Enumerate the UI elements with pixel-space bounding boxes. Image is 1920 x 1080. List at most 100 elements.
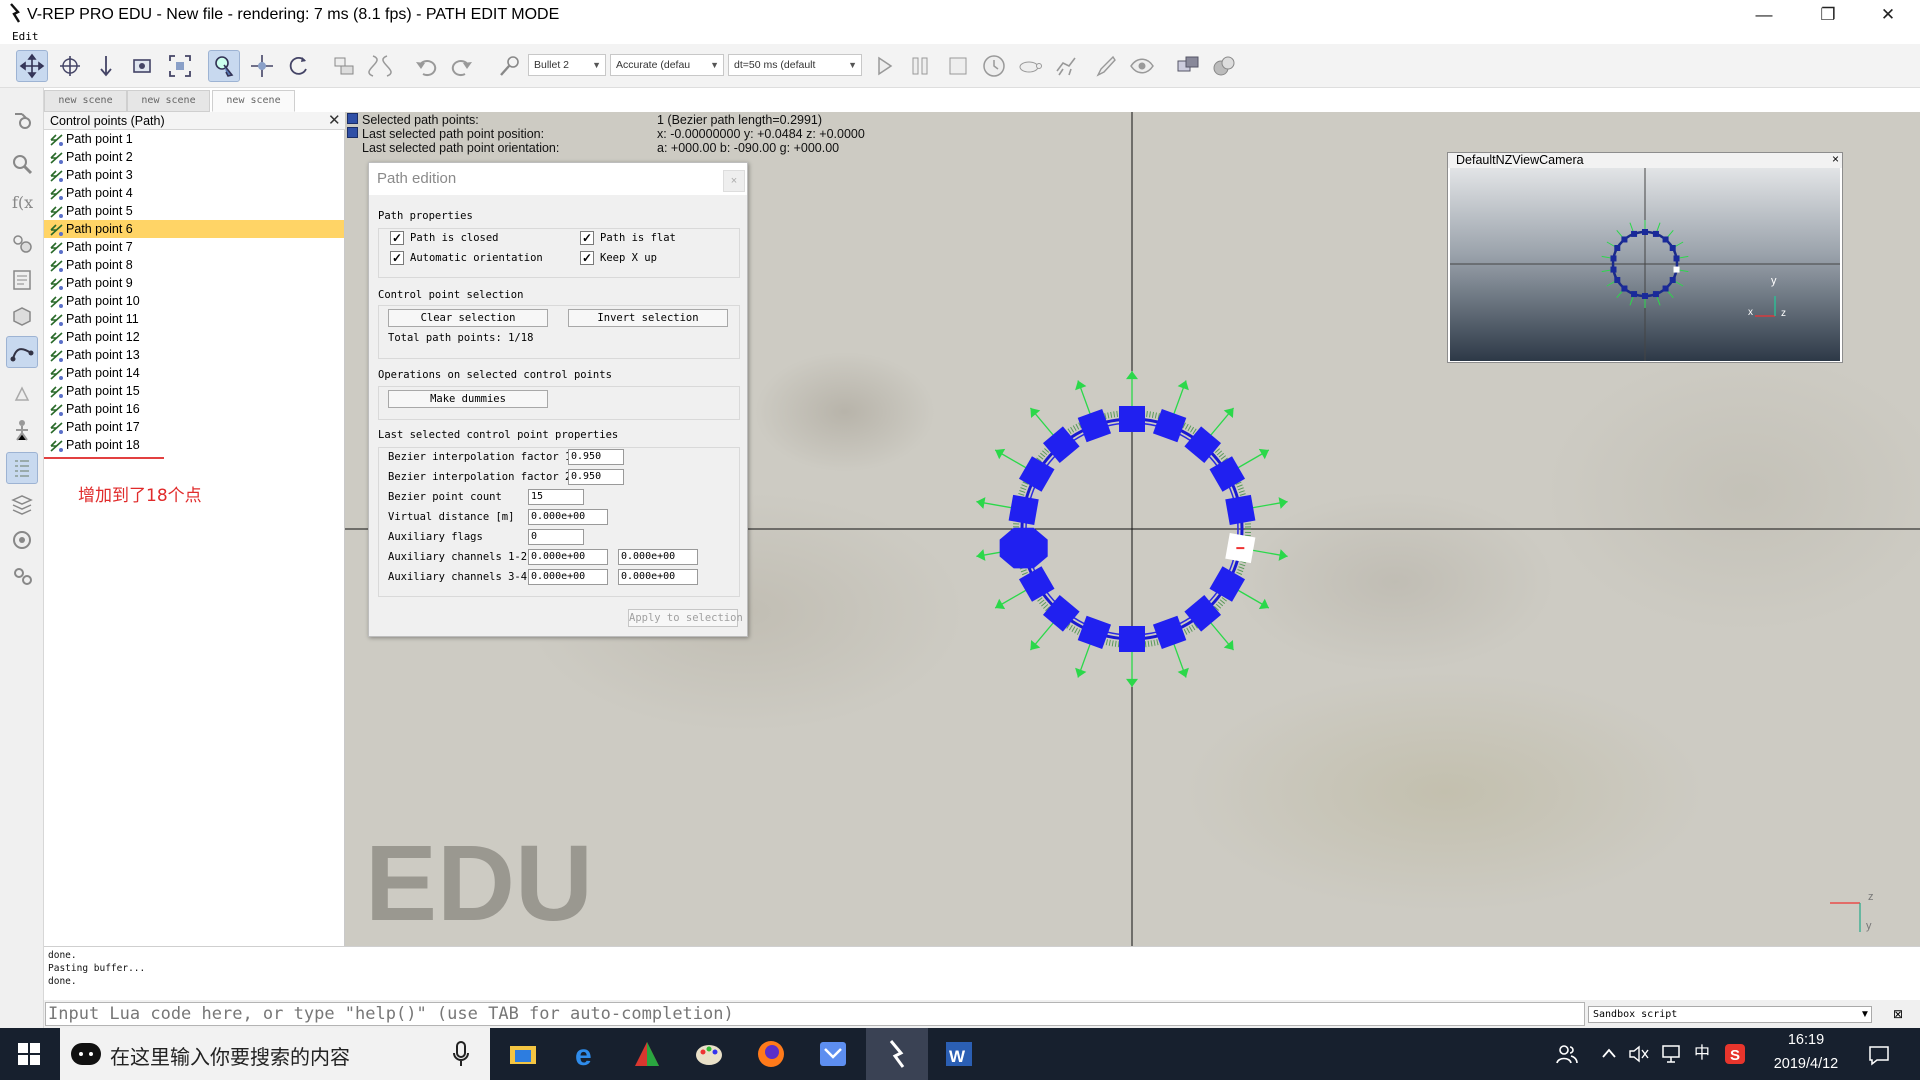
scene-settings-icon[interactable] — [6, 104, 38, 136]
path-point-item[interactable]: Path point 2 — [44, 148, 344, 166]
realtime-icon[interactable] — [978, 50, 1010, 82]
redo-icon[interactable] — [446, 50, 478, 82]
aux-channel-4-field[interactable]: 0.000e+00 — [618, 569, 698, 585]
scene-tab-3[interactable]: new scene — [212, 90, 295, 112]
visualization-icon[interactable] — [1126, 50, 1158, 82]
firefox-icon[interactable] — [740, 1028, 802, 1080]
dialog-close-button[interactable]: × — [723, 170, 745, 192]
fit-to-view-icon[interactable] — [164, 50, 196, 82]
path-point-item[interactable]: Path point 12 — [44, 328, 344, 346]
make-dummies-button[interactable]: Make dummies — [388, 390, 548, 408]
accuracy-select[interactable]: Accurate (defau ▼ — [610, 54, 724, 76]
volume-muted-icon[interactable] — [1628, 1044, 1650, 1069]
object-shift-icon[interactable] — [246, 50, 278, 82]
path-closed-checkbox[interactable]: ✓ — [390, 231, 404, 245]
camera-render[interactable]: x y z — [1450, 168, 1840, 361]
menu-edit[interactable]: Edit — [12, 30, 39, 44]
bezier-factor-2-field[interactable]: 0.950 — [568, 469, 624, 485]
pause-icon[interactable] — [904, 50, 936, 82]
close-button[interactable]: ✕ — [1860, 0, 1916, 30]
network-icon[interactable] — [1660, 1043, 1682, 1070]
camera-rotate-icon[interactable] — [54, 50, 86, 82]
scene-hierarchy-icon[interactable] — [6, 414, 38, 446]
pick-icon[interactable] — [494, 50, 526, 82]
action-center-icon[interactable] — [1868, 1044, 1890, 1071]
bezier-factor-1-field[interactable]: 0.950 — [568, 449, 624, 465]
path-point-item[interactable]: Path point 15 — [44, 382, 344, 400]
scene-icon[interactable] — [1208, 50, 1240, 82]
paint-icon[interactable] — [678, 1028, 740, 1080]
auxiliary-flags-field[interactable]: 0 — [528, 529, 584, 545]
path-point-item[interactable]: Path point 16 — [44, 400, 344, 418]
camera-angle-icon[interactable] — [126, 50, 158, 82]
microphone-icon[interactable] — [452, 1040, 470, 1073]
model-browser-icon[interactable] — [6, 378, 38, 410]
path-point-item[interactable]: Path point 8 — [44, 256, 344, 274]
transfer-dna-icon[interactable] — [364, 50, 396, 82]
message-icon[interactable] — [802, 1028, 864, 1080]
assemble-icon[interactable] — [328, 50, 360, 82]
script-select[interactable]: Sandbox script — [1588, 1006, 1872, 1023]
timestep-select[interactable]: dt=50 ms (default ▼ — [728, 54, 862, 76]
path-point-item[interactable]: Path point 13 — [44, 346, 344, 364]
path-point-item[interactable]: Path point 4 — [44, 184, 344, 202]
path-point-item[interactable]: Path point 6 — [44, 220, 344, 238]
path-point-item[interactable]: Path point 14 — [44, 364, 344, 382]
chevron-up-icon[interactable] — [1601, 1046, 1617, 1065]
edge-icon[interactable]: e — [556, 1028, 618, 1080]
file-explorer-icon[interactable] — [492, 1028, 554, 1080]
minimize-button[interactable]: — — [1736, 0, 1792, 30]
aux-channel-3-field[interactable]: 0.000e+00 — [528, 569, 608, 585]
engine-select[interactable]: Bullet 2 ▼ — [528, 54, 606, 76]
faster-icon[interactable] — [1050, 50, 1082, 82]
scripts-icon[interactable] — [6, 264, 38, 296]
path-point-item[interactable]: Path point 9 — [44, 274, 344, 292]
path-point-item[interactable]: Path point 3 — [44, 166, 344, 184]
stop-icon[interactable] — [942, 50, 974, 82]
word-icon[interactable]: W — [928, 1028, 990, 1080]
page-icon[interactable] — [1172, 50, 1204, 82]
path-point-item[interactable]: Path point 5 — [44, 202, 344, 220]
lua-command-input[interactable]: Input Lua code here, or type "help()" (u… — [45, 1002, 1585, 1026]
undo-icon[interactable] — [410, 50, 442, 82]
clock-time[interactable]: 16:19 — [1776, 1032, 1836, 1048]
aux-channel-2-field[interactable]: 0.000e+00 — [618, 549, 698, 565]
ime-indicator[interactable]: 中 — [1694, 1028, 1710, 1080]
scene-tab-2[interactable]: new scene — [127, 90, 210, 112]
scene-tab-1[interactable]: new scene — [44, 90, 127, 112]
path-point-item[interactable]: Path point 1 — [44, 130, 344, 148]
virtual-distance-field[interactable]: 0.000e+00 — [528, 509, 608, 525]
wps-icon[interactable] — [616, 1028, 678, 1080]
path-point-item[interactable]: Path point 18 — [44, 436, 344, 454]
path-edit-icon[interactable] — [6, 336, 38, 368]
shape-edit-icon[interactable] — [6, 300, 38, 332]
auto-orientation-checkbox[interactable]: ✓ — [390, 251, 404, 265]
zoom-icon[interactable] — [6, 148, 38, 180]
layers-icon[interactable] — [6, 488, 38, 520]
clear-selection-button[interactable]: Clear selection — [388, 309, 548, 327]
path-point-item[interactable]: Path point 11 — [44, 310, 344, 328]
path-flat-checkbox[interactable]: ✓ — [580, 231, 594, 245]
windows-start-icon[interactable] — [17, 1042, 41, 1071]
camera-close-icon[interactable]: × — [1832, 152, 1839, 167]
vrep-icon[interactable] — [866, 1028, 928, 1080]
sogou-icon[interactable]: S — [1725, 1044, 1745, 1069]
keep-x-up-checkbox[interactable]: ✓ — [580, 251, 594, 265]
invert-selection-button[interactable]: Invert selection — [568, 309, 728, 327]
object-select-icon[interactable] — [208, 50, 240, 82]
path-point-item[interactable]: Path point 7 — [44, 238, 344, 256]
aux-channel-1-field[interactable]: 0.000e+00 — [528, 549, 608, 565]
slower-icon[interactable] — [1014, 50, 1046, 82]
path-point-item[interactable]: Path point 17 — [44, 418, 344, 436]
panel-close-icon[interactable]: ✕ — [328, 112, 341, 130]
camera-pan-icon[interactable] — [16, 50, 48, 82]
thread-icon[interactable] — [1090, 50, 1122, 82]
object-rotate-icon[interactable] — [282, 50, 314, 82]
clock-date[interactable]: 2019/4/12 — [1762, 1056, 1850, 1072]
selection-icon[interactable] — [6, 452, 38, 484]
people-icon[interactable] — [1556, 1043, 1578, 1070]
settings-gear-icon[interactable] — [6, 560, 38, 592]
restore-button[interactable]: ❐ — [1800, 0, 1856, 30]
path-point-item[interactable]: Path point 10 — [44, 292, 344, 310]
camera-shift-icon[interactable] — [90, 50, 122, 82]
